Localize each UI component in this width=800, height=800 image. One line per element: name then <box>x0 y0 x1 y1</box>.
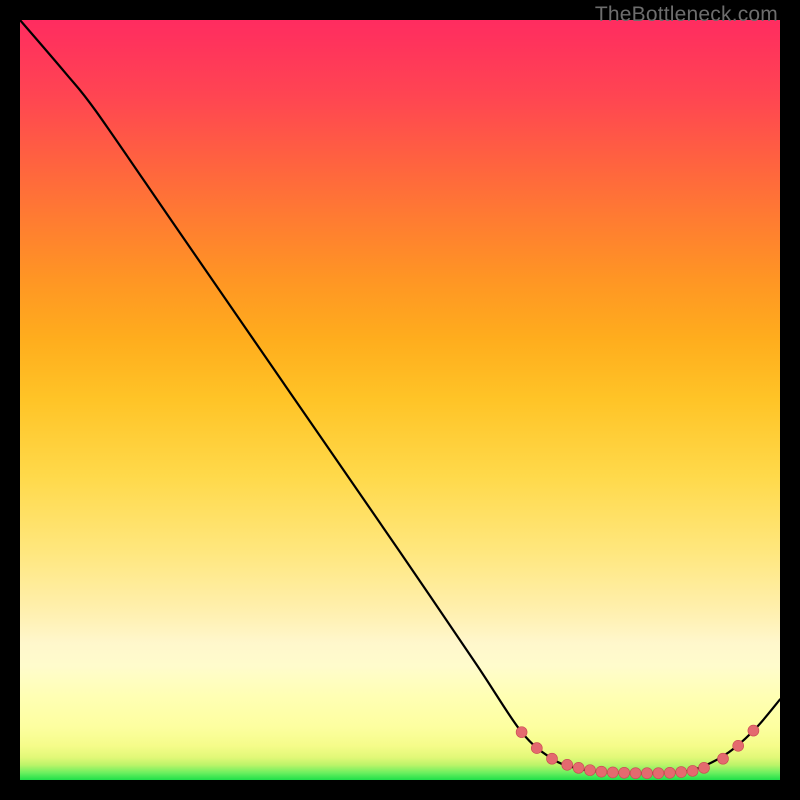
highlight-dot <box>596 766 607 777</box>
highlight-dot <box>687 765 698 776</box>
highlight-dot <box>733 740 744 751</box>
highlight-dot <box>718 753 729 764</box>
curve-svg <box>20 20 780 780</box>
watermark-text: TheBottleneck.com <box>595 3 778 27</box>
highlight-dot <box>676 767 687 778</box>
highlight-dot <box>531 743 542 754</box>
highlight-dot <box>607 767 618 778</box>
highlight-dot <box>630 768 641 779</box>
highlight-dot <box>562 759 573 770</box>
highlight-dot <box>547 753 558 764</box>
plot-area <box>20 20 780 780</box>
highlight-dot <box>748 725 759 736</box>
highlight-dot <box>619 767 630 778</box>
chart-stage: TheBottleneck.com <box>0 0 800 800</box>
bottleneck-curve <box>20 20 780 773</box>
highlight-dot <box>699 762 710 773</box>
highlight-dot <box>653 768 664 779</box>
highlight-dot <box>664 767 675 778</box>
highlight-dot <box>585 765 596 776</box>
highlight-dot <box>516 727 527 738</box>
highlight-dot <box>642 768 653 779</box>
highlight-dot <box>573 762 584 773</box>
highlight-dots <box>516 725 759 779</box>
